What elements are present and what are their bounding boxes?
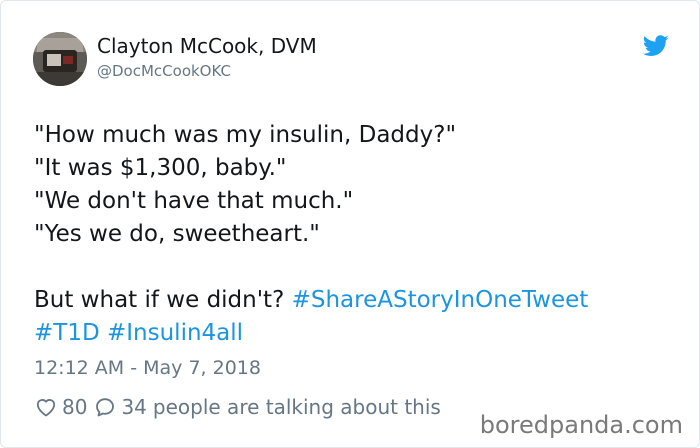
hashtag-link[interactable]: #T1D xyxy=(34,320,100,346)
tweet-timestamp[interactable]: 12:12 AM - May 7, 2018 xyxy=(34,356,261,380)
reply-count: 34 xyxy=(121,395,147,419)
hashtag-link[interactable]: #ShareAStoryInOneTweet xyxy=(292,287,589,313)
like-count: 80 xyxy=(62,395,88,419)
tweet-card: Clayton McCook, DVM @DocMcCookOKC "How m… xyxy=(0,0,700,448)
talking-about-text[interactable]: people are talking about this xyxy=(153,395,441,419)
tweet-actions: 80 34 people are talking about this xyxy=(34,393,441,421)
hashtag-link[interactable]: #Insulin4all xyxy=(107,320,243,346)
tweet-line: "Yes we do, sweetheart." xyxy=(34,221,320,247)
author-handle[interactable]: @DocMcCookOKC xyxy=(97,62,231,80)
watermark: boredpanda.com xyxy=(479,411,683,439)
tweet-line: "How much was my insulin, Daddy?" xyxy=(34,122,457,148)
tweet-line: "It was $1,300, baby." xyxy=(34,155,287,181)
tweet-line-text: But what if we didn't? xyxy=(34,287,292,313)
speech-bubble-icon[interactable] xyxy=(93,395,117,419)
twitter-bird-icon[interactable] xyxy=(643,35,669,57)
tweet-line-hashtags: #T1D #Insulin4all xyxy=(34,317,674,350)
author-name[interactable]: Clayton McCook, DVM xyxy=(97,34,317,58)
tweet-line-with-hashtag: But what if we didn't? #ShareAStoryInOne… xyxy=(34,284,674,317)
heart-icon[interactable] xyxy=(34,395,58,419)
tweet-text: "How much was my insulin, Daddy?" "It wa… xyxy=(34,119,674,350)
tweet-line: "We don't have that much." xyxy=(34,188,354,214)
avatar-photo xyxy=(33,32,87,86)
avatar[interactable] xyxy=(33,32,87,86)
